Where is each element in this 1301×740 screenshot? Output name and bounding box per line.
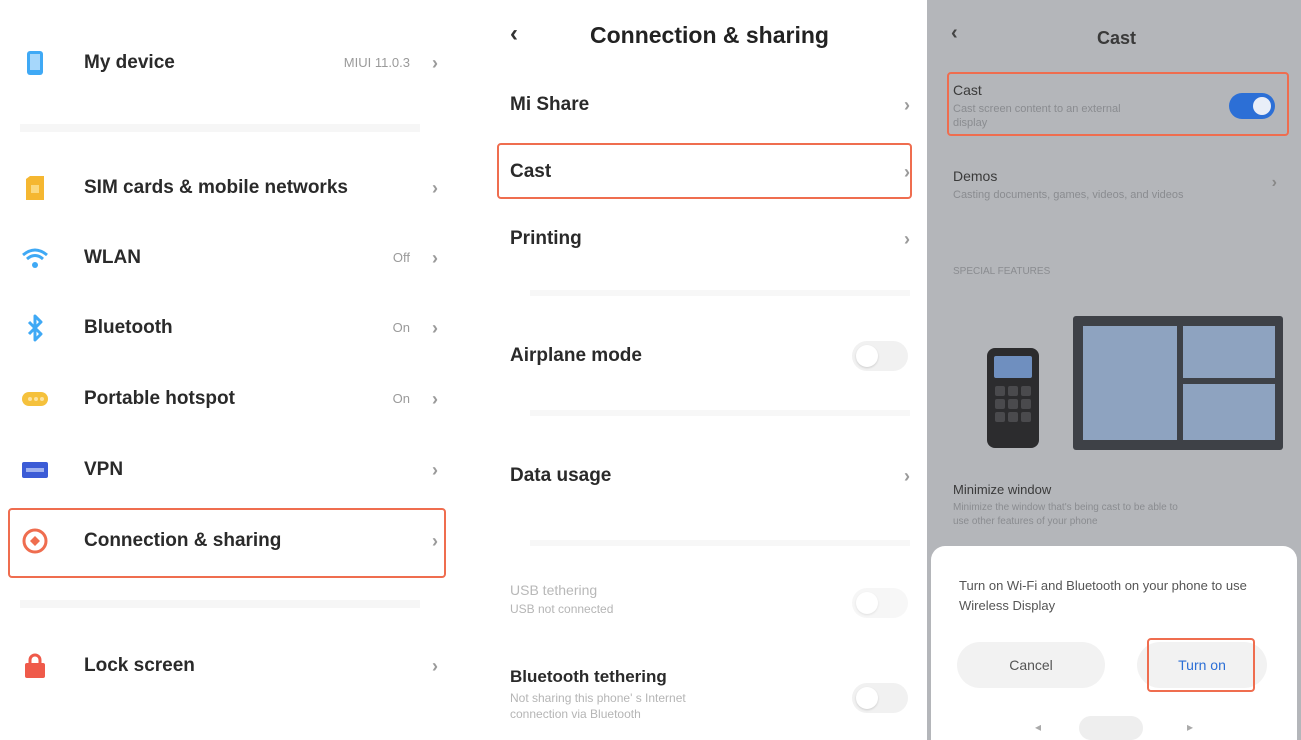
divider: [530, 290, 910, 296]
connection-sharing-panel: ‹ Connection & sharing Mi Share › Cast ›…: [460, 0, 927, 740]
chevron-right-icon: ›: [432, 177, 438, 198]
minimize-window-item[interactable]: Minimize window Minimize the window that…: [953, 482, 1283, 529]
cast-panel: ‹ Cast Cast Cast screen content to an ex…: [927, 0, 1301, 740]
list-item-label: USB tethering: [510, 582, 598, 598]
bluetooth-tethering-toggle[interactable]: [852, 683, 908, 713]
list-item-subtitle: Not sharing this phone' s Internet: [510, 691, 686, 705]
list-item-airplane-mode[interactable]: Airplane mode: [510, 338, 910, 374]
chevron-right-icon: ›: [432, 459, 438, 480]
back-arrow-icon[interactable]: ‹: [510, 20, 518, 48]
phone-screen: [994, 356, 1032, 378]
settings-item-value: MIUI 11.0.3: [343, 55, 410, 70]
divider: [530, 540, 910, 546]
highlight-box: [947, 72, 1289, 136]
demos-subtitle: Casting documents, games, videos, and vi…: [953, 189, 1184, 201]
chevron-right-icon: ›: [432, 52, 438, 73]
chevron-right-icon: ›: [432, 247, 438, 268]
nav-back-icon[interactable]: ◂: [1035, 720, 1041, 734]
monitor-illustration: [1073, 316, 1283, 450]
list-item-label: Mi Share: [510, 94, 590, 115]
chevron-right-icon: ›: [904, 465, 910, 486]
back-arrow-icon[interactable]: ‹: [951, 22, 958, 45]
phone-illustration: [987, 348, 1039, 448]
settings-panel: My device MIUI 11.0.3 › SIM cards & mobi…: [0, 0, 460, 740]
page-title: Cast: [1097, 28, 1137, 48]
settings-item-wlan[interactable]: WLAN Off ›: [20, 233, 440, 283]
list-item-usb-tethering[interactable]: USB tethering USB not connected: [510, 582, 910, 628]
settings-item-value: Off: [392, 250, 410, 265]
vpn-icon: [20, 455, 50, 485]
page-title: Connection & sharing: [590, 22, 829, 48]
divider: [20, 600, 420, 608]
list-item-mi-share[interactable]: Mi Share ›: [510, 88, 910, 122]
list-item-text: USB tethering USB not connected: [510, 582, 613, 616]
settings-item-label: VPN: [84, 459, 124, 480]
phone-icon: [20, 48, 50, 78]
demos-label: Demos: [953, 168, 998, 184]
cancel-button[interactable]: Cancel: [957, 642, 1105, 688]
list-item-label: Printing: [510, 228, 582, 249]
minimize-subtitle: use other features of your phone: [953, 516, 1098, 527]
airplane-mode-toggle[interactable]: [852, 341, 908, 371]
settings-item-sim-cards[interactable]: SIM cards & mobile networks ›: [20, 163, 440, 213]
chevron-right-icon: ›: [904, 228, 910, 249]
list-item-subtitle: connection via Bluetooth: [510, 707, 641, 721]
settings-item-label: My device: [84, 52, 175, 73]
permission-dialog: Turn on Wi-Fi and Bluetooth on your phon…: [931, 546, 1297, 740]
list-item-label: Data usage: [510, 465, 612, 486]
minimize-subtitle: Minimize the window that's being cast to…: [953, 502, 1178, 513]
nav-recents-icon[interactable]: ▸: [1187, 720, 1193, 734]
list-item-data-usage[interactable]: Data usage ›: [510, 458, 910, 494]
navigation-bar: ◂ ▸: [931, 716, 1297, 740]
chevron-right-icon: ›: [432, 388, 438, 409]
nav-home-icon[interactable]: [1079, 716, 1143, 740]
settings-item-label: Portable hotspot: [84, 388, 235, 409]
divider: [20, 124, 420, 132]
bluetooth-icon: [20, 313, 50, 343]
minimize-label: Minimize window: [953, 482, 1052, 497]
list-item-bluetooth-tethering[interactable]: Bluetooth tethering Not sharing this pho…: [510, 667, 910, 737]
phone-keypad: [995, 386, 1031, 422]
section-header: SPECIAL FEATURES: [953, 266, 1051, 277]
list-item-label: Bluetooth tethering: [510, 667, 667, 686]
highlight-box: [8, 508, 446, 578]
hotspot-icon: [20, 384, 50, 414]
sim-card-icon: [20, 173, 50, 203]
header: ‹ Cast: [927, 22, 1301, 54]
settings-item-portable-hotspot[interactable]: Portable hotspot On ›: [20, 374, 440, 424]
settings-item-label: Bluetooth: [84, 317, 173, 338]
settings-item-vpn[interactable]: VPN ›: [20, 445, 440, 495]
divider: [530, 410, 910, 416]
settings-item-label: Lock screen: [84, 655, 195, 676]
lock-icon: [20, 651, 50, 681]
usb-tethering-toggle[interactable]: [852, 588, 908, 618]
wifi-icon: [20, 243, 50, 273]
list-item-text: Bluetooth tethering Not sharing this pho…: [510, 667, 686, 721]
settings-item-value: On: [392, 320, 410, 335]
chevron-right-icon: ›: [1271, 174, 1277, 191]
chevron-right-icon: ›: [432, 317, 438, 338]
settings-item-value: On: [392, 391, 410, 406]
list-item-subtitle: USB not connected: [510, 602, 614, 616]
header: ‹ Connection & sharing: [460, 18, 927, 58]
settings-item-lock-screen[interactable]: Lock screen ›: [20, 641, 440, 691]
settings-item-label: SIM cards & mobile networks: [84, 177, 348, 198]
demos-item[interactable]: Demos Casting documents, games, videos, …: [953, 168, 1283, 202]
list-item-printing[interactable]: Printing ›: [510, 222, 910, 256]
settings-item-my-device[interactable]: My device MIUI 11.0.3 ›: [20, 38, 440, 88]
settings-item-bluetooth[interactable]: Bluetooth On ›: [20, 303, 440, 353]
chevron-right-icon: ›: [432, 655, 438, 676]
chevron-right-icon: ›: [904, 94, 910, 115]
list-item-label: Airplane mode: [510, 345, 642, 366]
settings-item-label: WLAN: [84, 247, 141, 268]
highlight-box: [497, 143, 912, 199]
highlight-box: [1147, 638, 1255, 692]
dialog-message: Turn on Wi-Fi and Bluetooth on your phon…: [959, 578, 1247, 613]
